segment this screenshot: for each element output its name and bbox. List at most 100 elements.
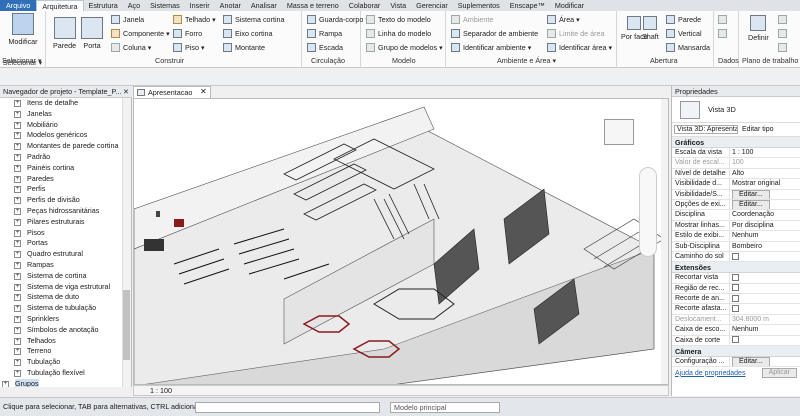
property-value[interactable]: Editar... — [730, 199, 800, 210]
property-value[interactable] — [730, 294, 800, 303]
tree-node[interactable]: + Quadro estrutural — [0, 249, 131, 260]
edit-button[interactable]: Editar... — [732, 189, 770, 199]
wall-button[interactable]: Parede — [53, 17, 76, 50]
tag-area-button[interactable]: Identificar área ▾ — [547, 42, 612, 53]
expand-icon[interactable]: + — [14, 175, 21, 183]
tree-node[interactable]: + Tubulação flexível — [0, 368, 131, 379]
expand-icon[interactable]: + — [14, 164, 21, 172]
model-text-button[interactable]: Texto do modelo — [366, 14, 431, 25]
property-value[interactable]: Por disciplina — [730, 221, 800, 230]
column-button[interactable]: Coluna ▾ — [111, 42, 151, 53]
wall-opening-button[interactable]: Parede — [666, 14, 701, 25]
stair-button[interactable]: Escada — [307, 42, 343, 53]
area-boundary-button[interactable]: Limite de área — [547, 28, 605, 39]
door-button[interactable]: Porta — [81, 17, 103, 50]
property-value[interactable] — [730, 252, 800, 261]
checkbox[interactable] — [732, 305, 739, 313]
tree-node[interactable]: + Sistema de cortina — [0, 271, 131, 282]
view-scrollbar[interactable] — [661, 99, 668, 384]
tab-vista[interactable]: Vista — [385, 0, 411, 11]
vertical-opening-button[interactable]: Vertical — [666, 28, 702, 39]
window-button[interactable]: Janela — [111, 14, 144, 25]
property-value[interactable]: Bombeiro — [730, 242, 800, 251]
ref-plane-button[interactable] — [778, 28, 790, 39]
expand-icon[interactable]: + — [14, 229, 21, 237]
expand-icon[interactable]: + — [14, 369, 21, 377]
tree-node[interactable]: + Paredes — [0, 174, 131, 185]
expand-icon[interactable]: + — [14, 100, 21, 107]
property-value[interactable]: Editar... — [730, 357, 800, 367]
properties-section[interactable]: Extensões — [672, 262, 800, 274]
tree-node[interactable]: + Telhados — [0, 336, 131, 347]
tree-node[interactable]: + Portas — [0, 238, 131, 249]
tree-node-groups[interactable]: + Grupos — [0, 378, 131, 387]
modify-button[interactable]: Modificar — [6, 13, 40, 46]
tree-node[interactable]: + Símbolos de anotação — [0, 325, 131, 336]
ramp-button[interactable]: Rampa — [307, 28, 342, 39]
properties-section[interactable]: Gráficos — [672, 137, 800, 148]
property-value[interactable]: Nenhum — [730, 231, 800, 240]
tab-estrutura[interactable]: Estrutura — [84, 0, 123, 11]
tree-node[interactable]: + Sistema de tubulação — [0, 303, 131, 314]
tree-node[interactable]: + Modelos genéricos — [0, 130, 131, 141]
viewcube[interactable] — [604, 119, 634, 145]
expand-icon[interactable]: + — [14, 283, 21, 291]
property-value[interactable]: Mostrar original — [730, 179, 800, 188]
apply-button[interactable]: Aplicar — [761, 368, 797, 379]
model-selector[interactable]: Modelo principal — [390, 402, 500, 413]
checkbox[interactable] — [732, 252, 739, 260]
properties-section[interactable]: Câmera — [672, 346, 800, 358]
tree-node[interactable]: + Terreno — [0, 346, 131, 357]
roof-button[interactable]: Telhado ▾ — [173, 14, 216, 25]
tab-suplementos[interactable]: Suplementos — [453, 0, 505, 11]
expand-icon[interactable]: + — [14, 143, 21, 151]
view-scale[interactable]: 1 : 100 — [150, 386, 172, 395]
viewer-button[interactable] — [778, 42, 790, 53]
tab-gerenciar[interactable]: Gerenciar — [411, 0, 453, 11]
property-value[interactable]: 100 — [730, 158, 800, 167]
tab-massa-e-terreno[interactable]: Massa e terreno — [282, 0, 344, 11]
select-label[interactable]: Selecionar ▾ — [2, 56, 42, 65]
model-line-button[interactable]: Linha do modelo — [366, 28, 431, 39]
expand-icon[interactable]: + — [14, 272, 21, 280]
tab-anotar[interactable]: Anotar — [215, 0, 246, 11]
tab-inserir[interactable]: Inserir — [185, 0, 215, 11]
tab-colaborar[interactable]: Colaborar — [344, 0, 386, 11]
expand-icon[interactable]: + — [14, 294, 21, 302]
tree-node[interactable]: + Painéis cortina — [0, 163, 131, 174]
tree-node[interactable]: + Tubulação — [0, 357, 131, 368]
tree-node[interactable]: + Perfis de divisão — [0, 195, 131, 206]
property-value[interactable] — [730, 304, 800, 313]
model-group-button[interactable]: Grupo de modelos ▾ — [366, 42, 443, 53]
tree-node[interactable]: + Rampas — [0, 260, 131, 271]
tab-sistemas[interactable]: Sistemas — [145, 0, 185, 11]
property-value[interactable]: Coordenação — [730, 210, 800, 219]
expand-icon[interactable]: + — [14, 121, 21, 129]
tree-node[interactable]: + Mobiliário — [0, 120, 131, 131]
expand-icon[interactable]: + — [14, 110, 21, 118]
railing-button[interactable]: Guarda-corpo ▾ — [307, 14, 369, 25]
checkbox[interactable] — [732, 284, 739, 292]
tree-node[interactable]: + Sprinklers — [0, 314, 131, 325]
tree-node[interactable]: + Perfis — [0, 184, 131, 195]
expand-icon[interactable]: + — [14, 315, 21, 323]
dormer-button[interactable]: Mansarda — [666, 42, 710, 53]
component-button[interactable]: Componente ▾ — [111, 28, 170, 39]
tree-node[interactable]: + Pisos — [0, 228, 131, 239]
checkbox[interactable] — [732, 294, 739, 302]
expand-icon[interactable]: + — [2, 380, 9, 387]
expand-icon[interactable]: + — [14, 186, 21, 194]
edit-button[interactable]: Editar... — [732, 199, 770, 210]
room-area-label[interactable]: Ambiente e Área ▾ — [497, 56, 556, 65]
expand-icon[interactable]: + — [14, 197, 21, 205]
property-value[interactable] — [730, 284, 800, 293]
tag-room-button[interactable]: Identificar ambiente ▾ — [451, 42, 531, 53]
tab-analisar[interactable]: Analisar — [246, 0, 282, 11]
properties-help-link[interactable]: Ajuda de propriedades — [675, 370, 745, 377]
curtain-system-button[interactable]: Sistema cortina — [223, 14, 285, 25]
edit-type-button[interactable]: Editar tipo — [742, 126, 774, 133]
property-value[interactable] — [730, 273, 800, 282]
expand-icon[interactable]: + — [14, 261, 21, 269]
view-tab-close-icon[interactable]: ✕ — [200, 86, 207, 97]
expand-icon[interactable]: + — [14, 207, 21, 215]
